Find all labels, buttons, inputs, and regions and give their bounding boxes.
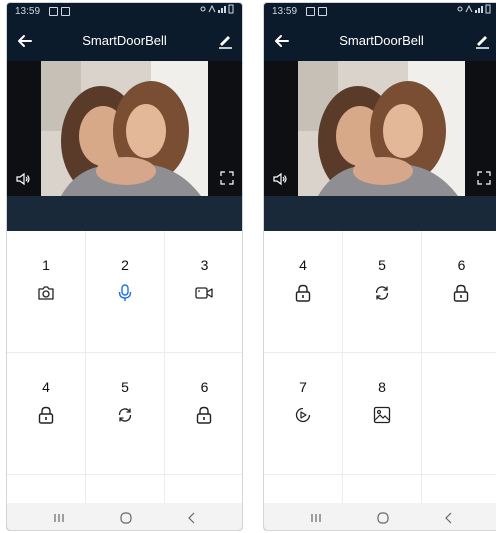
volume-icon[interactable] [272,171,288,187]
control-label: 6 [200,379,209,395]
recents-icon[interactable] [52,511,66,525]
recents-icon[interactable] [309,511,323,525]
control-label: 4 [299,257,307,273]
control-cell-empty [7,475,86,503]
volume-icon[interactable] [15,171,31,187]
app-bar: SmartDoorBell [7,21,242,61]
control-label: 8 [378,379,386,395]
play-clock-icon [295,407,311,423]
microphone-icon [118,284,132,301]
control-grid: 1 2 3 4 5 6 [7,231,242,503]
status-bar: 13:59 [264,3,496,21]
system-nav-bar [7,503,242,530]
control-cell-empty [422,475,496,503]
lock-icon [295,284,311,302]
status-time: 13:59 [272,6,298,17]
home-icon[interactable] [376,511,390,525]
system-nav-bar [264,503,496,530]
live-video-view[interactable] [7,61,242,196]
control-label: 6 [457,257,466,273]
signal-icon [200,4,234,14]
refresh-icon [118,408,132,422]
app-bar: SmartDoorBell [264,21,496,61]
video-frame [41,61,208,196]
control-label: 7 [299,379,307,395]
video-controls-band [264,196,496,231]
control-cell-playback[interactable]: 7 [264,353,343,475]
lock-icon [196,406,212,424]
lock-icon [38,406,54,424]
control-cell-unlock-1[interactable]: 4 [264,231,343,353]
control-label: 2 [121,257,129,273]
phone-screen-left: 13:59 SmartDoorBell 1 2 3 4 5 6 [6,2,243,531]
fullscreen-icon[interactable] [477,171,491,185]
control-cell-empty [165,475,242,503]
page-title: SmartDoorBell [339,33,424,48]
notification-icons [306,7,327,17]
status-time: 13:59 [15,6,41,17]
notification-icons [49,7,70,17]
control-label: 4 [42,379,50,395]
video-frame [298,61,465,196]
control-cell-unlock-2[interactable]: 6 [165,353,242,475]
page-title: SmartDoorBell [82,33,167,48]
home-icon[interactable] [119,511,133,525]
camera-feed-image [298,61,465,196]
app-notification-icon [318,7,327,16]
control-cell-switch[interactable]: 5 [343,231,422,353]
refresh-icon [375,286,389,300]
system-icons [200,3,234,21]
control-cell-snapshot[interactable]: 1 [7,231,86,353]
status-bar: 13:59 [7,3,242,21]
control-label: 3 [200,257,209,273]
app-notification-icon [61,7,70,16]
signal-icon [457,4,491,14]
control-cell-empty [86,475,165,503]
control-cell-talk[interactable]: 2 [86,231,165,353]
control-cell-empty [264,475,343,503]
gallery-icon [49,7,58,16]
back-icon[interactable] [185,511,199,525]
control-cell-switch[interactable]: 5 [86,353,165,475]
controls-panel: 4 5 6 7 8 [264,231,496,503]
controls-panel: 1 2 3 4 5 6 [7,231,242,503]
live-video-view[interactable] [264,61,496,196]
camera-icon [38,286,54,300]
system-icons [457,3,491,21]
control-cell-empty [343,475,422,503]
camera-feed-image [41,61,208,196]
control-cell-unlock-1[interactable]: 4 [7,353,86,475]
lock-icon [453,284,469,302]
edit-icon[interactable] [216,31,234,49]
control-cell-gallery[interactable]: 8 [343,353,422,475]
control-cell-unlock-2[interactable]: 6 [422,231,496,353]
gallery-icon [306,7,315,16]
control-cell-empty [422,353,496,475]
image-icon [373,406,391,424]
video-camera-icon [195,287,213,299]
control-grid: 4 5 6 7 8 [264,231,496,503]
edit-icon[interactable] [473,31,491,49]
control-label: 1 [42,257,50,273]
fullscreen-icon[interactable] [220,171,234,185]
control-cell-record[interactable]: 3 [165,231,242,353]
phone-screen-right: 13:59 SmartDoorBell 4 5 6 7 8 [263,2,496,531]
video-controls-band [7,196,242,231]
control-label: 5 [378,257,386,273]
back-icon[interactable] [442,511,456,525]
control-label: 5 [121,379,129,395]
